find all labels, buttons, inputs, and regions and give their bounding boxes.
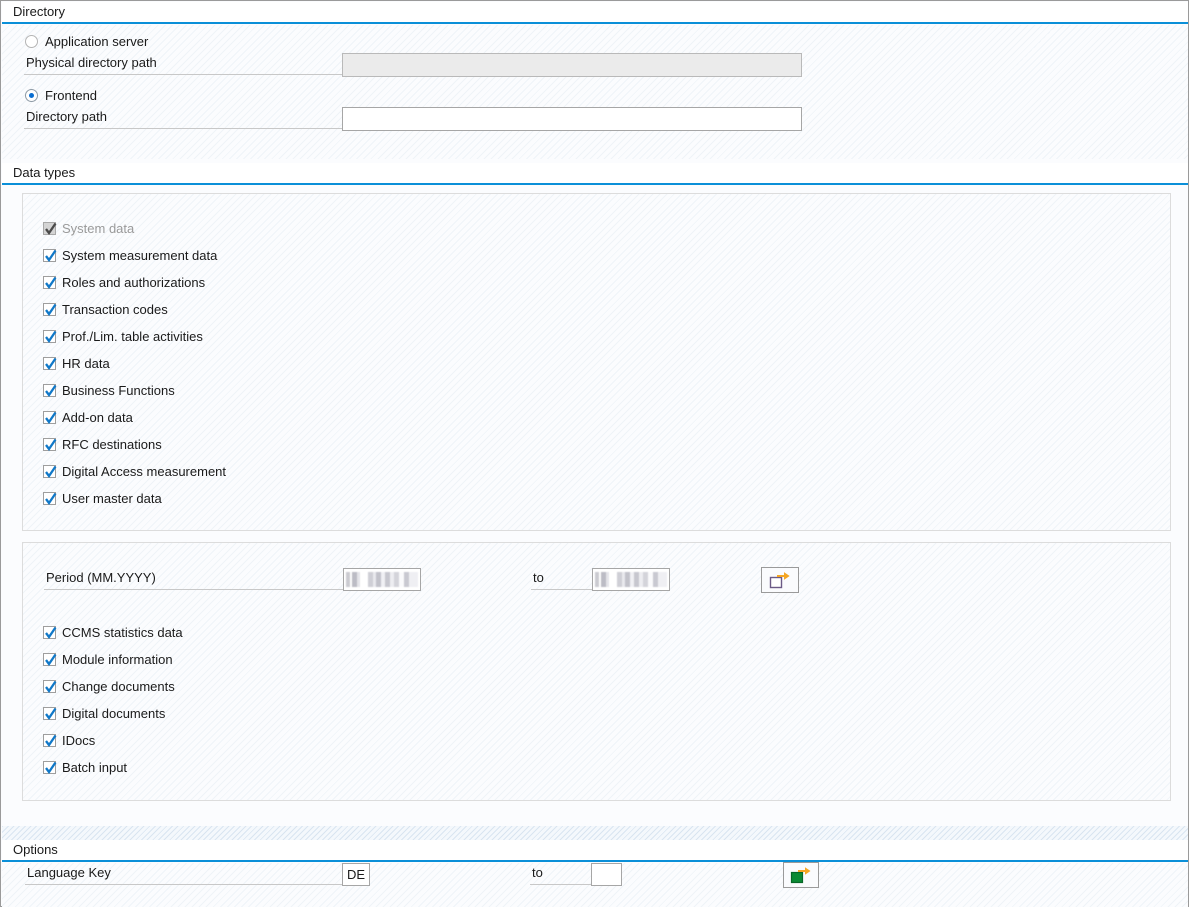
radio-label-frontend: Frontend (45, 88, 98, 103)
input-physical-directory-path[interactable] (342, 53, 802, 77)
checkbox-digital-documents[interactable]: Digital documents (43, 706, 165, 721)
checkbox-icon-digital-access-measurement (43, 465, 57, 478)
checkbox-label-digital-documents: Digital documents (62, 706, 166, 721)
checkbox-change-documents[interactable]: Change documents (43, 679, 175, 694)
checkbox-icon-change-documents (43, 680, 57, 693)
section-header-options: Options (2, 840, 1188, 862)
checkbox-icon-add-on-data (43, 411, 57, 424)
radio-frontend[interactable]: Frontend (25, 88, 97, 103)
label-language-key: Language Key (25, 865, 342, 885)
checkbox-label-system-data: System data (62, 221, 135, 236)
data-types-panel: System data System measurement data Role… (22, 193, 1171, 531)
checkbox-icon-idocs (43, 734, 57, 747)
input-period-from[interactable] (343, 568, 421, 591)
label-directory-path: Directory path (24, 109, 342, 129)
radio-icon-frontend (25, 89, 38, 102)
checkbox-label-ccms-statistics-data: CCMS statistics data (62, 625, 183, 640)
checkbox-ccms-statistics-data[interactable]: CCMS statistics data (43, 625, 183, 640)
checkbox-label-roles-and-authorizations: Roles and authorizations (62, 275, 206, 290)
checkbox-icon-user-master-data (43, 492, 57, 505)
redacted-value-period-from (346, 572, 418, 587)
multi-selection-button-language-key[interactable] (783, 862, 819, 888)
checkbox-roles-and-authorizations[interactable]: Roles and authorizations (43, 275, 205, 290)
checkbox-label-add-on-data: Add-on data (62, 410, 133, 425)
checkbox-idocs[interactable]: IDocs (43, 733, 95, 748)
input-language-key-to[interactable] (591, 863, 622, 886)
multi-selection-icon (769, 572, 790, 589)
label-language-key-to: to (530, 865, 591, 885)
checkbox-icon-prof-lim-table-activities (43, 330, 57, 343)
checkbox-icon-batch-input (43, 761, 57, 774)
checkbox-user-master-data[interactable]: User master data (43, 491, 162, 506)
section-title-options: Options (13, 842, 58, 857)
checkbox-transaction-codes[interactable]: Transaction codes (43, 302, 168, 317)
checkbox-system-data[interactable]: System data (43, 221, 134, 236)
checkbox-icon-business-functions (43, 384, 57, 397)
checkbox-icon-module-information (43, 653, 57, 666)
checkbox-digital-access-measurement[interactable]: Digital Access measurement (43, 464, 226, 479)
selection-screen: Directory Application server Physical di… (0, 0, 1189, 907)
checkbox-label-change-documents: Change documents (62, 679, 175, 694)
checkbox-icon-hr-data (43, 357, 57, 370)
multi-selection-button-period[interactable] (761, 567, 799, 593)
directory-body: Application server Physical directory pa… (2, 25, 1188, 159)
input-directory-path[interactable] (342, 107, 802, 131)
radio-label-application-server: Application server (45, 34, 149, 49)
checkbox-label-hr-data: HR data (62, 356, 110, 371)
checkbox-add-on-data[interactable]: Add-on data (43, 410, 133, 425)
checkbox-label-prof-lim-table-activities: Prof./Lim. table activities (62, 329, 203, 344)
checkbox-module-information[interactable]: Module information (43, 652, 173, 667)
options-separator (2, 826, 1188, 840)
checkbox-rfc-destinations[interactable]: RFC destinations (43, 437, 162, 452)
checkbox-icon-digital-documents (43, 707, 57, 720)
redacted-value-period-to (595, 572, 667, 587)
checkbox-icon-rfc-destinations (43, 438, 57, 451)
checkbox-label-business-functions: Business Functions (62, 383, 175, 398)
section-header-data-types: Data types (2, 163, 1188, 185)
section-title-directory: Directory (13, 4, 66, 19)
section-title-data-types: Data types (13, 165, 76, 180)
checkbox-icon-roles-and-authorizations (43, 276, 57, 289)
checkbox-system-measurement-data[interactable]: System measurement data (43, 248, 217, 263)
label-physical-directory-path: Physical directory path (24, 55, 342, 75)
input-period-to[interactable] (592, 568, 670, 591)
checkbox-hr-data[interactable]: HR data (43, 356, 110, 371)
checkbox-icon-ccms-statistics-data (43, 626, 57, 639)
checkbox-label-module-information: Module information (62, 652, 173, 667)
checkbox-label-rfc-destinations: RFC destinations (62, 437, 162, 452)
checkbox-icon-system-data (43, 222, 57, 235)
checkbox-label-batch-input: Batch input (62, 760, 128, 775)
period-options-panel: Period (MM.YYYY) to CCMS statistics data (22, 542, 1171, 801)
section-header-directory: Directory (2, 2, 1188, 24)
label-period: Period (MM.YYYY) (44, 570, 343, 590)
checkbox-label-digital-access-measurement: Digital Access measurement (62, 464, 227, 479)
radio-application-server[interactable]: Application server (25, 34, 148, 49)
radio-icon-application-server (25, 35, 38, 48)
input-language-key-from[interactable] (342, 863, 370, 886)
checkbox-label-system-measurement-data: System measurement data (62, 248, 218, 263)
label-period-to: to (531, 570, 592, 590)
checkbox-icon-system-measurement-data (43, 249, 57, 262)
checkbox-business-functions[interactable]: Business Functions (43, 383, 175, 398)
checkbox-label-idocs: IDocs (62, 733, 96, 748)
multi-selection-active-icon (790, 867, 811, 884)
checkbox-batch-input[interactable]: Batch input (43, 760, 127, 775)
checkbox-label-transaction-codes: Transaction codes (62, 302, 168, 317)
options-body: Language Key to (2, 862, 1188, 907)
checkbox-prof-lim-table-activities[interactable]: Prof./Lim. table activities (43, 329, 203, 344)
checkbox-icon-transaction-codes (43, 303, 57, 316)
checkbox-label-user-master-data: User master data (62, 491, 162, 506)
